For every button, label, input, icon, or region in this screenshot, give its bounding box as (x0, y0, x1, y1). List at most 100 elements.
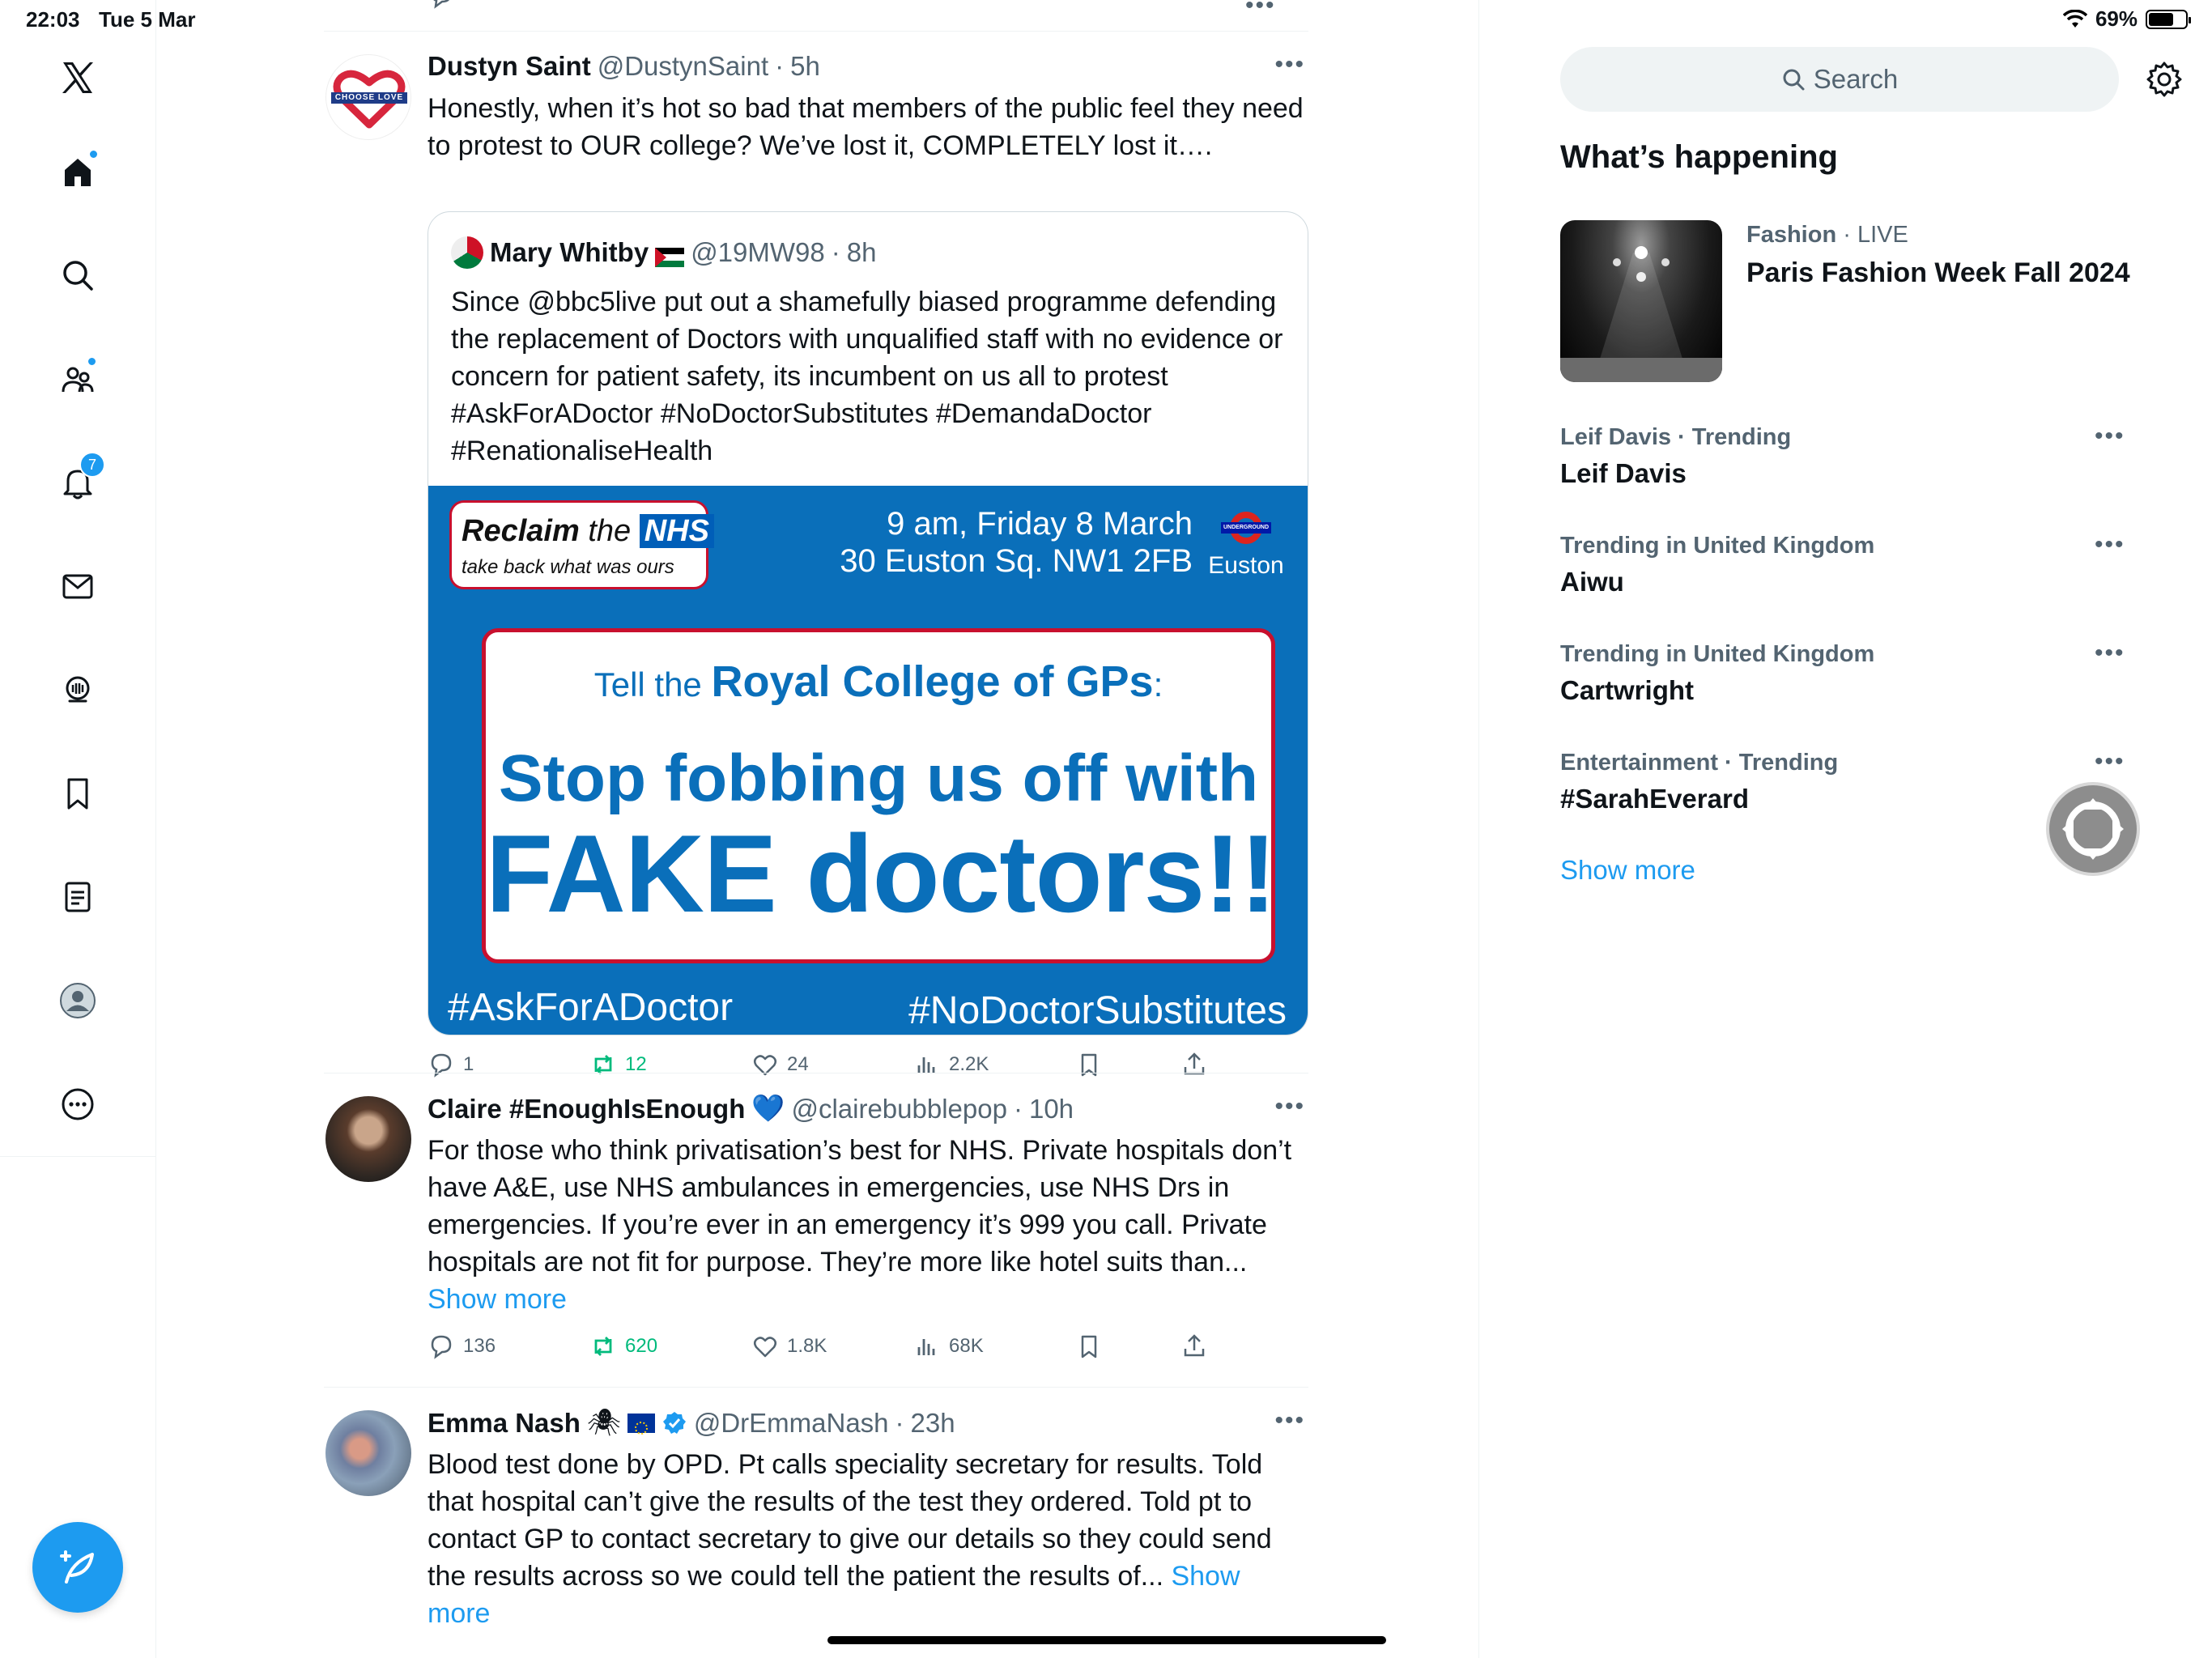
reply-icon[interactable] (428, 0, 455, 10)
more-dots-icon[interactable]: ••• (1245, 0, 1276, 19)
communities-icon[interactable] (49, 350, 107, 408)
avatar[interactable]: CHOOSE LOVE (325, 54, 411, 140)
event-time: 9 am, Friday 8 March (887, 506, 1193, 542)
assistive-touch-button[interactable] (2046, 782, 2140, 876)
grok-icon[interactable] (49, 661, 107, 719)
trend-meta: Leif Davis · Trending (1560, 424, 1792, 450)
quoted-tweet[interactable]: Mary Whitby @19MW98 · 8h Since @bbc5live… (428, 211, 1308, 1035)
bookmark-button[interactable] (1075, 1333, 1103, 1360)
home-indicator[interactable] (827, 1636, 1386, 1644)
fashion-week-thumbnail[interactable] (1560, 220, 1722, 382)
views-chart-icon (917, 1339, 935, 1355)
share-button[interactable] (1180, 1051, 1208, 1078)
heart-icon (754, 1055, 776, 1076)
logo-nhs: NHS (639, 514, 714, 548)
lists-icon[interactable] (49, 868, 107, 926)
tweet-header: Claire #EnoughIsEnough 💙 @clairebubblepo… (428, 1093, 1074, 1124)
share-icon (1184, 1334, 1205, 1357)
author-name[interactable]: Claire #EnoughIsEnough (428, 1094, 745, 1124)
tweet-more-icon[interactable]: ••• (1274, 51, 1305, 79)
trend-name[interactable]: #SarahEverard (1560, 784, 1749, 814)
trend-meta: Entertainment · Trending (1560, 750, 1839, 776)
roundel-text: UNDERGROUND (1221, 522, 1271, 534)
protest-poster-image[interactable]: Reclaim the NHS take back what was ours … (428, 486, 1308, 1035)
trend-more-icon[interactable]: ••• (2095, 640, 2125, 667)
views-button[interactable]: 2.2K (913, 1051, 989, 1078)
share-button[interactable] (1180, 1333, 1208, 1360)
poster-tell-line: Tell the Royal College of GPs: (486, 657, 1271, 707)
settings-gear-icon[interactable] (2145, 60, 2184, 99)
trend-name[interactable]: Cartwright (1560, 675, 1694, 706)
avatar[interactable] (325, 1096, 411, 1182)
logo-reclaim: Reclaim (462, 514, 580, 548)
profile-avatar-icon[interactable] (49, 971, 107, 1030)
author-handle[interactable]: @DrEmmaNash (694, 1408, 889, 1439)
palestine-flag-icon (655, 243, 685, 267)
compose-feather-icon (60, 1550, 94, 1584)
reply-button[interactable]: 136 (428, 1333, 496, 1360)
prev-tweet-actions: ••• (428, 0, 1274, 19)
right-column: Search What’s happening Fashion · LIVE P… (1478, 0, 2212, 1658)
trend-name[interactable]: Aiwu (1560, 567, 1624, 597)
trend-more-icon[interactable]: ••• (2095, 423, 2125, 450)
logo-tagline: take back what was ours (462, 556, 674, 578)
more-icon[interactable] (49, 1075, 107, 1133)
quote-author-name[interactable]: Mary Whitby (490, 237, 649, 268)
tweet-time[interactable]: 10h (1029, 1094, 1074, 1124)
tweet-text: Honestly, when it’s hot so bad that memb… (428, 93, 1304, 161)
tweet-body: Blood test done by OPD. Pt calls special… (428, 1449, 1272, 1592)
share-icon (1184, 1052, 1205, 1075)
poster-headline-1: Stop fobbing us off with (498, 742, 1259, 815)
messages-icon[interactable] (49, 557, 107, 615)
search-box[interactable]: Search (1560, 47, 2119, 112)
event-address: 30 Euston Sq. NW1 2FB (840, 543, 1193, 579)
avatar[interactable] (325, 1410, 411, 1496)
trend-name[interactable]: Leif Davis (1560, 458, 1687, 489)
dot-separator: · (1843, 222, 1851, 248)
logo-the: the (588, 514, 632, 548)
retweet-icon (594, 1055, 612, 1074)
like-button[interactable]: 24 (751, 1051, 809, 1078)
bookmark-button[interactable] (1075, 1051, 1103, 1078)
quote-avatar[interactable] (451, 236, 483, 269)
search-icon[interactable] (49, 246, 107, 304)
quote-header: Mary Whitby @19MW98 · 8h (451, 236, 876, 269)
quote-author-handle[interactable]: @19MW98 (691, 237, 825, 268)
retweet-button[interactable]: 620 (589, 1333, 657, 1360)
retweet-button[interactable]: 12 (589, 1051, 647, 1078)
timeline: ••• CHOOSE LOVE Dustyn Saint @DustynSain… (324, 0, 1308, 1658)
author-name[interactable]: Emma Nash (428, 1408, 581, 1439)
reply-icon (431, 1335, 452, 1359)
x-logo-icon[interactable] (49, 49, 107, 107)
poster-headline-2: FAKE doctors!! (486, 812, 1277, 935)
notifications-icon[interactable]: 7 (49, 452, 107, 512)
author-handle[interactable]: @clairebubblepop (791, 1094, 1007, 1124)
tweet-more-icon[interactable]: ••• (1274, 1093, 1305, 1120)
spider-emoji: 🕷 (586, 1407, 621, 1437)
home-icon[interactable] (49, 142, 107, 201)
reply-icon (431, 1053, 452, 1078)
like-button[interactable]: 1.8K (751, 1333, 827, 1360)
show-more-link[interactable]: Show more (428, 1284, 567, 1315)
dot-separator: · (831, 237, 840, 267)
tweet-time[interactable]: 23h (911, 1408, 955, 1439)
trend-more-icon[interactable]: ••• (2095, 531, 2125, 559)
quote-time[interactable]: 8h (847, 237, 877, 268)
author-handle[interactable]: @DustynSaint (598, 51, 768, 82)
trend-meta: Trending in United Kingdom (1560, 641, 1875, 667)
author-name[interactable]: Dustyn Saint (428, 51, 591, 82)
bookmarks-icon[interactable] (49, 764, 107, 823)
trend-more-icon[interactable]: ••• (2095, 748, 2125, 776)
notification-count-badge: 7 (79, 452, 105, 478)
quote-text: Since @bbc5live put out a shamefully bia… (451, 287, 1283, 466)
featured-trend-name[interactable]: Paris Fashion Week Fall 2024 (1746, 257, 2130, 289)
compose-tweet-button[interactable] (32, 1522, 123, 1613)
avatar-label: CHOOSE LOVE (334, 93, 404, 102)
retweet-count: 620 (625, 1335, 658, 1357)
show-more-trends-link[interactable]: Show more (1560, 855, 1695, 886)
reply-button[interactable]: 1 (428, 1051, 474, 1078)
views-button[interactable]: 68K (913, 1333, 984, 1360)
retweet-icon (594, 1337, 612, 1356)
tweet-more-icon[interactable]: ••• (1274, 1407, 1305, 1435)
tweet-time[interactable]: 5h (790, 51, 820, 82)
